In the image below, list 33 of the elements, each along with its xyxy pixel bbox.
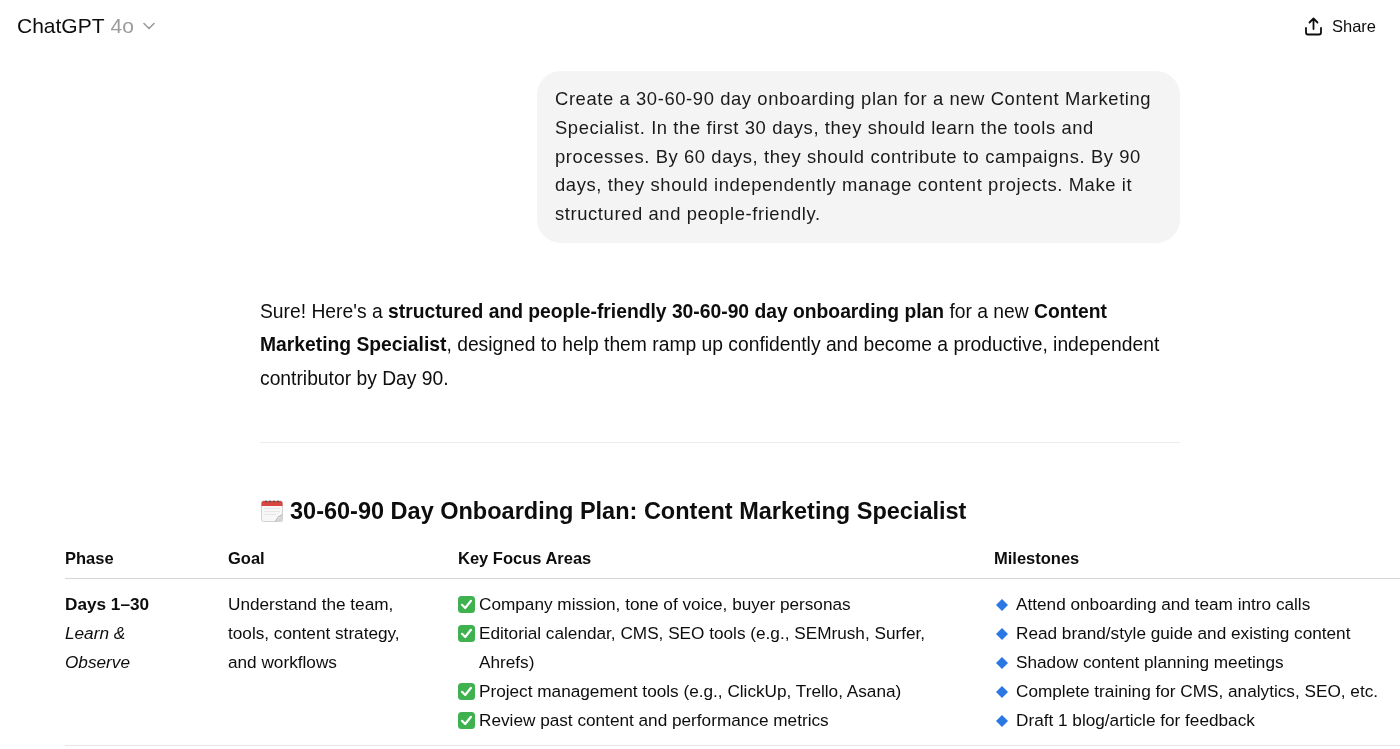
diamond-icon: [996, 715, 1008, 728]
check-icon: [458, 683, 475, 701]
column-header: Key Focus Areas: [458, 548, 592, 570]
diamond-icon: [996, 657, 1008, 670]
share-button[interactable]: Share: [1301, 10, 1378, 42]
chevron-down-icon: [142, 22, 155, 30]
column-header: Milestones: [994, 548, 1080, 570]
check-icon: [458, 625, 475, 643]
diamond-icon: [996, 628, 1008, 641]
diamond-icon: [996, 686, 1008, 699]
column-header: Goal: [228, 548, 265, 570]
milestone-text: Attend onboarding and team intro calls: [1016, 593, 1311, 617]
focus-area-text: Project management tools (e.g., ClickUp, Trello, Asana): [479, 680, 902, 704]
milestone-text: Shadow content planning meetings: [1016, 651, 1284, 675]
phase-title: Days 1–30: [65, 593, 150, 617]
phase-theme: Learn & Observe: [65, 622, 131, 675]
section-heading: 30-60-90 Day Onboarding Plan: Content Marketing Specialist: [290, 497, 967, 527]
share-icon: [1303, 16, 1323, 36]
calendar-icon: [260, 499, 284, 524]
goal-text: Understand the team, tools, content strategy, and workflows: [228, 593, 401, 675]
focus-area-text: Review past content and performance metrics: [479, 709, 829, 733]
column-header: Phase: [65, 548, 114, 570]
model-selector[interactable]: ChatGPT 4o: [10, 8, 162, 44]
milestone-text: Complete training for CMS, analytics, SEO, etc.: [1016, 680, 1379, 704]
milestone-text: Draft 1 blog/article for feedback: [1016, 709, 1255, 733]
focus-area-text: Company mission, tone of voice, buyer personas: [479, 593, 851, 617]
check-icon: [458, 596, 475, 614]
user-message: Create a 30-60-90 day onboarding plan for a new Content Marketing Specialist. In the first 30 days, they should learn the tools and processes. By 60 days, they should contribute to campaigns. By 90 days, they should independently manage content projects. Make it structured and people-friendly.: [537, 71, 1180, 243]
assistant-paragraph: Sure! Here's a structured and people-friendly 30-60-90 day onboarding plan for a new Content Marketing Specialist, designed to help them ramp up confidently and become a productive, independent contributor by Day 90.: [260, 299, 1161, 391]
focus-area-text: Editorial calendar, CMS, SEO tools (e.g., SEMrush, Surfer, Ahrefs): [479, 622, 927, 675]
diamond-icon: [996, 599, 1008, 612]
check-icon: [458, 712, 475, 730]
milestone-text: Read brand/style guide and existing content: [1016, 622, 1351, 646]
